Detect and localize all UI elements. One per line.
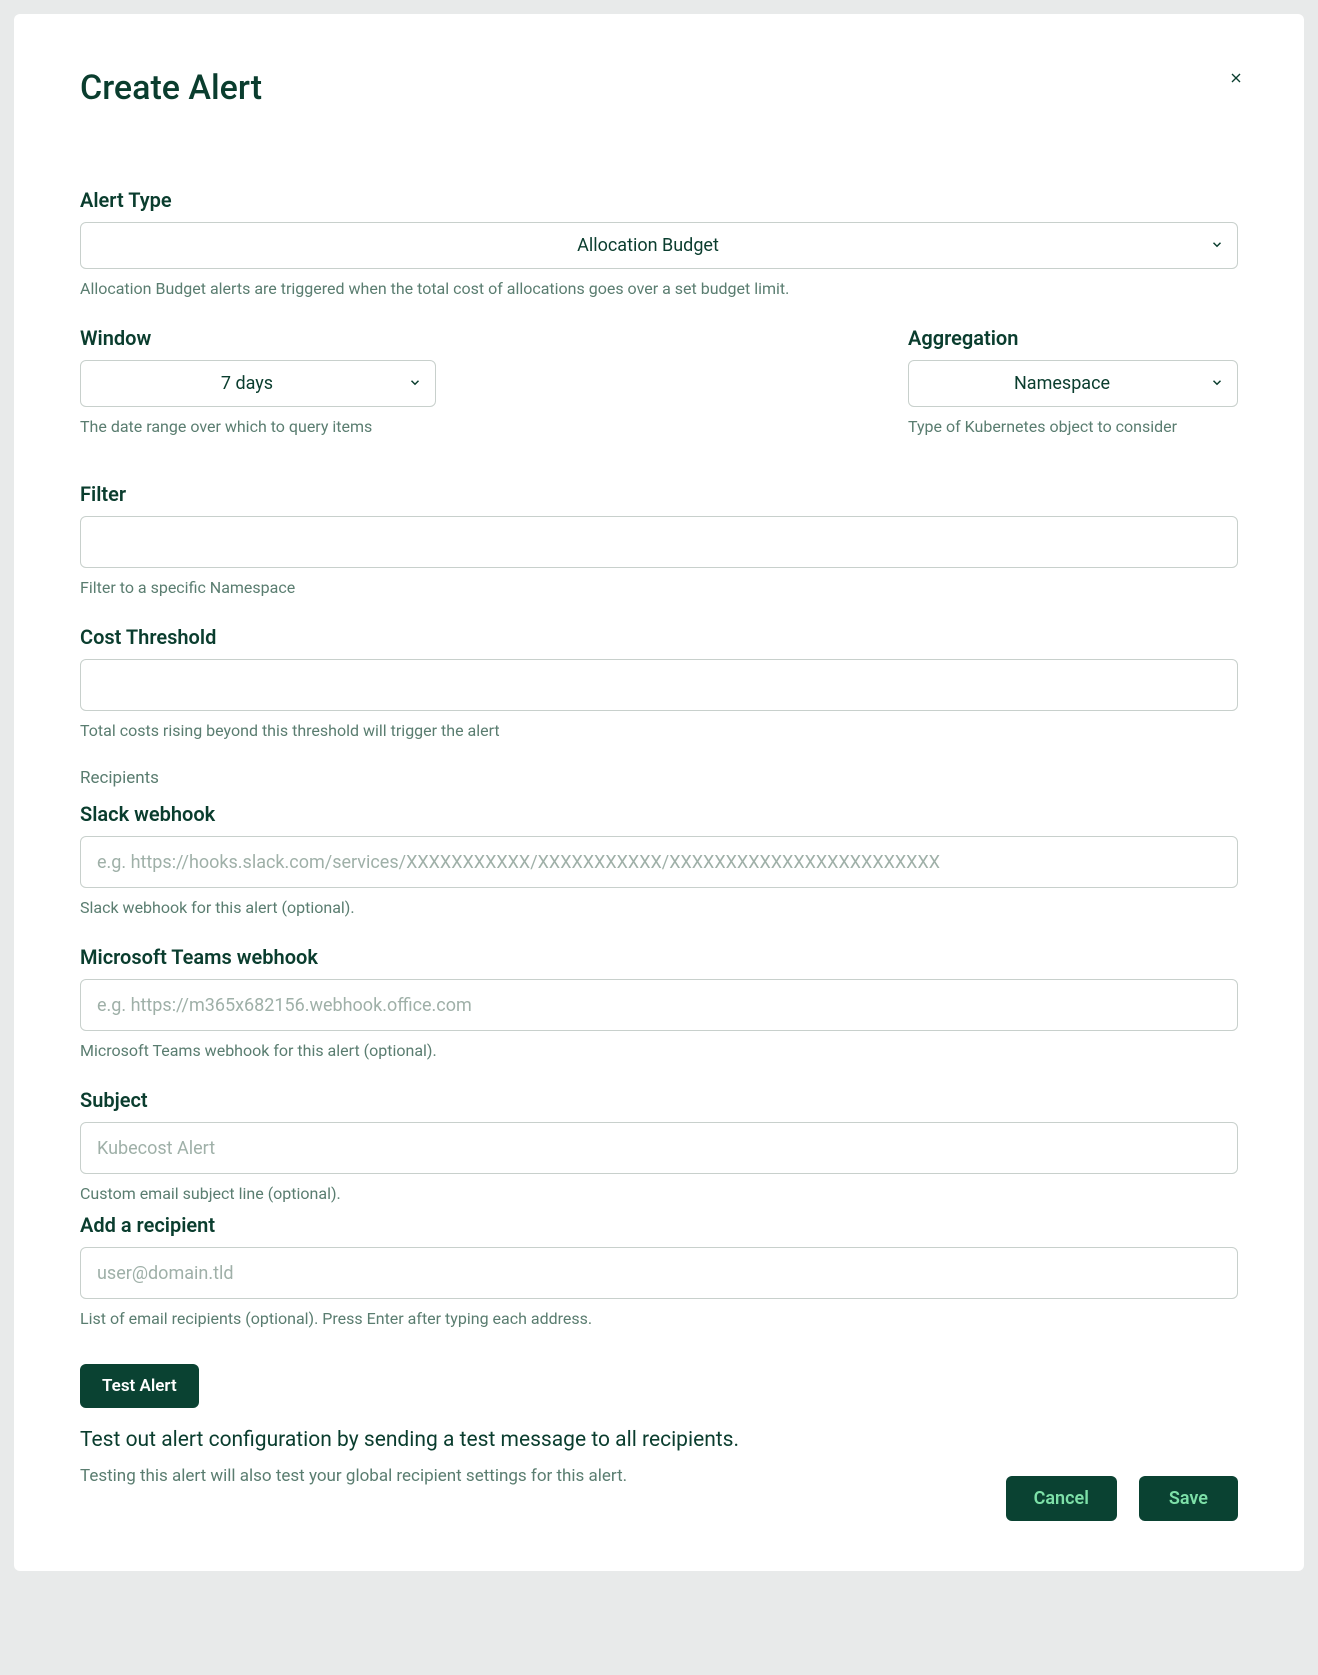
filter-label: Filter bbox=[80, 482, 1238, 506]
add-recipient-input[interactable] bbox=[80, 1247, 1238, 1299]
save-button[interactable]: Save bbox=[1139, 1476, 1238, 1521]
subject-input[interactable] bbox=[80, 1122, 1238, 1174]
close-icon bbox=[1228, 74, 1244, 89]
alert-type-field: Alert Type Allocation Budget Allocation … bbox=[80, 188, 1238, 298]
teams-webhook-input[interactable] bbox=[80, 979, 1238, 1031]
add-recipient-label: Add a recipient bbox=[80, 1213, 1238, 1237]
modal-title: Create Alert bbox=[80, 68, 262, 108]
filter-input[interactable] bbox=[80, 516, 1238, 568]
teams-webhook-label: Microsoft Teams webhook bbox=[80, 945, 1238, 969]
close-button[interactable] bbox=[1222, 64, 1250, 95]
slack-webhook-help: Slack webhook for this alert (optional). bbox=[80, 898, 1238, 917]
window-select[interactable]: 7 days bbox=[80, 360, 436, 407]
test-section: Test Alert Test out alert configuration … bbox=[80, 1364, 1238, 1486]
aggregation-help: Type of Kubernetes object to consider bbox=[908, 417, 1238, 436]
aggregation-field: Aggregation Namespace Type of Kubernetes… bbox=[908, 326, 1238, 436]
cost-threshold-field: Cost Threshold Total costs rising beyond… bbox=[80, 625, 1238, 740]
recipients-label: Recipients bbox=[80, 768, 1238, 788]
add-recipient-help: List of email recipients (optional). Pre… bbox=[80, 1309, 1238, 1328]
window-label: Window bbox=[80, 326, 436, 350]
alert-type-select[interactable]: Allocation Budget bbox=[80, 222, 1238, 269]
slack-webhook-label: Slack webhook bbox=[80, 802, 1238, 826]
window-value: 7 days bbox=[221, 373, 273, 394]
subject-label: Subject bbox=[80, 1088, 1238, 1112]
create-alert-modal: Create Alert Alert Type Allocation Budge… bbox=[14, 14, 1304, 1571]
slack-webhook-input[interactable] bbox=[80, 836, 1238, 888]
add-recipient-field: Add a recipient List of email recipients… bbox=[80, 1213, 1238, 1328]
slack-webhook-field: Slack webhook Slack webhook for this ale… bbox=[80, 802, 1238, 917]
filter-help: Filter to a specific Namespace bbox=[80, 578, 1238, 597]
test-alert-desc: Test out alert configuration by sending … bbox=[80, 1428, 1238, 1452]
window-aggregation-row: Window 7 days The date range over which … bbox=[80, 326, 1238, 464]
aggregation-label: Aggregation bbox=[908, 326, 1238, 350]
aggregation-value: Namespace bbox=[1014, 373, 1110, 394]
alert-type-label: Alert Type bbox=[80, 188, 1238, 212]
subject-field: Subject Custom email subject line (optio… bbox=[80, 1088, 1238, 1203]
subject-help: Custom email subject line (optional). bbox=[80, 1184, 1238, 1203]
test-alert-button[interactable]: Test Alert bbox=[80, 1364, 199, 1408]
window-help: The date range over which to query items bbox=[80, 417, 436, 436]
teams-webhook-help: Microsoft Teams webhook for this alert (… bbox=[80, 1041, 1238, 1060]
filter-field: Filter Filter to a specific Namespace bbox=[80, 482, 1238, 597]
teams-webhook-field: Microsoft Teams webhook Microsoft Teams … bbox=[80, 945, 1238, 1060]
cancel-button[interactable]: Cancel bbox=[1006, 1476, 1117, 1521]
cost-threshold-label: Cost Threshold bbox=[80, 625, 1238, 649]
alert-type-help: Allocation Budget alerts are triggered w… bbox=[80, 279, 1238, 298]
window-field: Window 7 days The date range over which … bbox=[80, 326, 436, 436]
cost-threshold-help: Total costs rising beyond this threshold… bbox=[80, 721, 1238, 740]
aggregation-select[interactable]: Namespace bbox=[908, 360, 1238, 407]
cost-threshold-input[interactable] bbox=[80, 659, 1238, 711]
modal-header: Create Alert bbox=[80, 68, 1238, 108]
alert-type-value: Allocation Budget bbox=[577, 235, 719, 256]
